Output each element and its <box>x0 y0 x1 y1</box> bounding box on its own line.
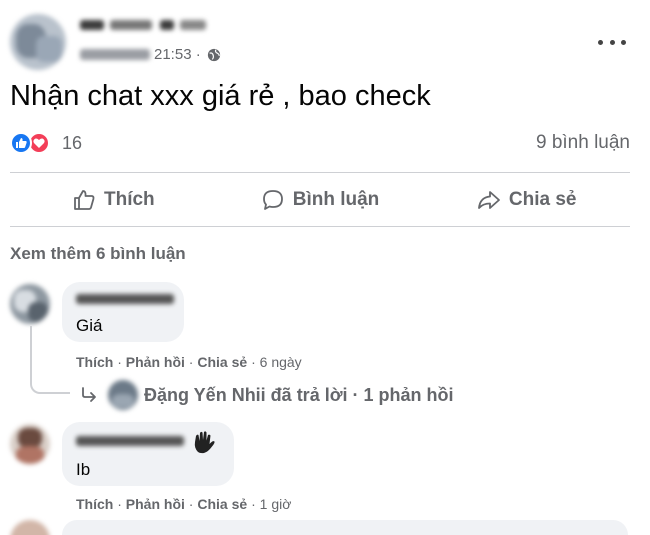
commenter-name[interactable] <box>76 294 174 304</box>
commenter-avatar[interactable] <box>10 424 50 464</box>
comment-count[interactable]: 9 bình luận <box>536 132 630 154</box>
like-label: Thích <box>104 189 155 210</box>
comment-text: Giá <box>76 316 103 335</box>
comment-share-link[interactable]: Chia sẻ <box>197 496 247 512</box>
comment-button[interactable]: Bình luận <box>217 174 424 226</box>
post-date-redacted <box>80 49 150 60</box>
commenter-name[interactable] <box>76 436 184 446</box>
globe-icon <box>207 48 220 61</box>
comment-label: Bình luận <box>292 189 380 210</box>
comment-bubble: Giá <box>62 282 184 342</box>
comment-actions: Thích · Phản hồi · Chia sẻ · 6 ngày <box>76 354 302 370</box>
reaction-count: 16 <box>62 132 83 153</box>
thread-connector <box>30 326 70 394</box>
comment-time[interactable]: 6 ngày <box>260 354 302 370</box>
commenter-avatar[interactable] <box>10 520 50 535</box>
share-label: Chia sẻ <box>508 189 577 210</box>
share-icon <box>477 191 500 209</box>
post-meta: 21:53 · <box>80 46 221 63</box>
comment-bubble: Ib <box>62 422 234 486</box>
comment-reply-link[interactable]: Phản hồi <box>126 496 185 512</box>
divider <box>10 172 630 173</box>
reply-summary: Đặng Yến Nhii đã trả lời · 1 phản hồi <box>144 384 454 405</box>
like-button[interactable]: Thích <box>10 174 217 226</box>
comment-share-link[interactable]: Chia sẻ <box>197 354 247 370</box>
view-replies-row[interactable]: Đặng Yến Nhii đã trả lời · 1 phản hồi <box>80 380 454 410</box>
more-options-button[interactable] <box>598 32 626 52</box>
wave-hand-icon <box>194 431 215 454</box>
author-name[interactable] <box>80 16 220 36</box>
comment-text: Ib <box>76 460 91 479</box>
commenter-avatar[interactable] <box>10 284 50 324</box>
comment-icon <box>262 190 283 210</box>
divider <box>10 226 630 227</box>
reply-arrow-icon <box>82 387 96 402</box>
post-text: Nhận chat xxx giá rẻ , bao check <box>10 80 431 112</box>
thumbs-up-icon <box>74 190 95 210</box>
comment-reply-link[interactable]: Phản hồi <box>126 354 185 370</box>
replier-avatar <box>108 380 138 410</box>
comment-like-link[interactable]: Thích <box>76 496 113 512</box>
see-more-comments[interactable]: Xem thêm 6 bình luận <box>10 244 186 264</box>
more-icon <box>598 39 603 45</box>
comment-time[interactable]: 1 giờ <box>260 496 292 512</box>
post-action-bar: Thích Bình luận Chia sẻ <box>10 174 630 226</box>
comment-actions: Thích · Phản hồi · Chia sẻ · 1 giờ <box>76 496 292 512</box>
author-avatar[interactable] <box>10 14 66 70</box>
reactions-summary[interactable]: 16 <box>10 132 82 154</box>
comment-like-link[interactable]: Thích <box>76 354 113 370</box>
share-button[interactable]: Chia sẻ <box>423 174 630 226</box>
like-reaction-icon <box>10 132 32 154</box>
post-timestamp[interactable]: 21:53 · <box>154 46 201 63</box>
comment-bubble <box>62 520 628 535</box>
post-header: 21:53 · <box>10 12 640 70</box>
